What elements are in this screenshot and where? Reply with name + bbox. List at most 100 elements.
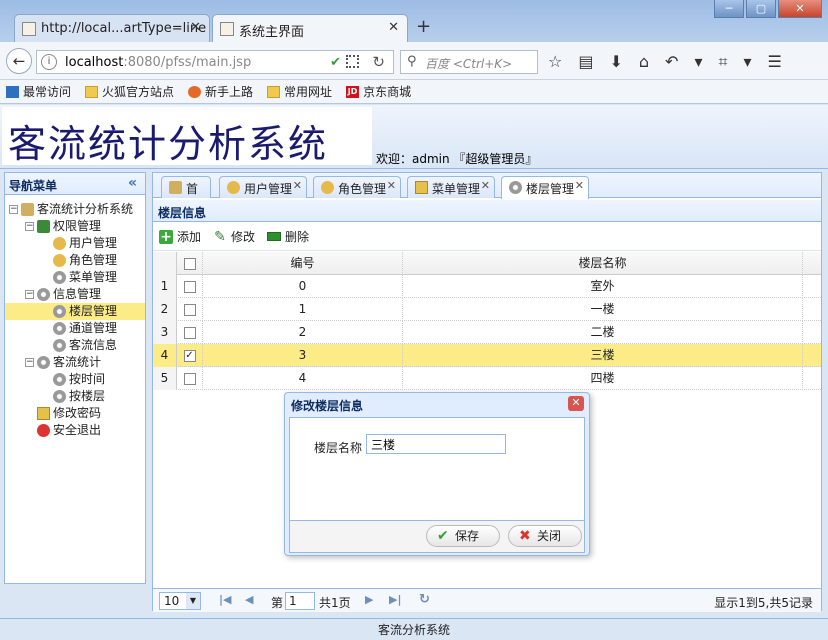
app-header: 客流统计分析系统 欢迎：admin 『超级管理员』 [0,105,828,169]
checkbox-icon [183,303,196,316]
minimize-icon[interactable]: ─ [714,0,744,18]
close-tab-icon[interactable]: ✕ [190,20,201,35]
tree-item-role-mgmt[interactable]: 角色管理 [5,252,145,269]
bookmark-item[interactable]: 新手上路 [188,83,253,100]
browser-tab-2[interactable]: 系统主界面 ✕ [212,14,408,42]
bookmark-label: 新手上路 [205,85,254,99]
tree-item-change-password[interactable]: 修改密码 [5,405,145,422]
tab-close-icon[interactable]: ✕ [293,179,302,192]
tab-label: 角色管理 [338,182,387,196]
dropdown-icon[interactable]: ▾ [743,52,751,72]
checkbox-icon [183,372,196,385]
url-bar[interactable]: i localhost:8080/pfss/main.jsp ✔ ↻ [36,50,394,74]
select-all-checkbox[interactable] [177,252,203,275]
tree-item-by-floor[interactable]: 按楼层 [5,388,145,405]
tab-role-mgmt[interactable]: 角色管理 ✕ [313,176,401,198]
table-row[interactable]: 2 1 一楼 [153,298,821,321]
close-button[interactable]: ✖ 关闭 [508,525,582,547]
column-header-id[interactable]: 编号 [203,252,403,275]
cell-id: 1 [203,298,403,321]
row-checkbox[interactable]: ✓ [177,344,203,367]
browser-tab-1[interactable]: http://local...artType=line ✕ [14,14,210,42]
reload-icon[interactable]: ↻ [372,53,385,71]
search-input[interactable]: ⚲ 百度 <Ctrl+K> [400,50,538,74]
browser-tabbar: ─ ▢ ✕ http://local...artType=line ✕ 系统主界… [0,0,828,42]
last-page-icon[interactable]: ▶| [389,593,401,606]
new-tab-icon[interactable]: + [416,16,431,37]
expand-icon[interactable]: − [25,290,34,299]
gear-icon [53,322,66,335]
gear-icon [509,181,522,194]
tab-floor-mgmt[interactable]: 楼层管理 ✕ [501,176,589,199]
reading-list-icon[interactable]: ▤ [578,52,593,72]
tree-group-info[interactable]: − 信息管理 [5,286,145,303]
qr-code-icon[interactable] [346,55,359,68]
window-close-icon[interactable]: ✕ [778,0,822,18]
row-checkbox[interactable] [177,367,203,390]
tree-item-floor-mgmt[interactable]: 楼层管理 [5,303,145,320]
tree-item-by-time[interactable]: 按时间 [5,371,145,388]
bookmark-item[interactable]: 常用网址 [267,83,332,100]
download-icon[interactable]: ⬇ [609,52,622,72]
page-number-input[interactable]: 1 [285,592,315,610]
tree-item-traffic-info[interactable]: 客流信息 [5,337,145,354]
tab-close-icon[interactable]: ✕ [575,179,584,192]
tab-user-mgmt[interactable]: 用户管理 ✕ [219,176,307,198]
tree-item-channel-mgmt[interactable]: 通道管理 [5,320,145,337]
tab-home[interactable]: 首页 [161,176,211,213]
crop-icon[interactable]: ⌗ [718,52,727,72]
tab-close-icon[interactable]: ✕ [481,179,490,192]
expand-icon[interactable]: − [9,205,18,214]
add-button[interactable]: + 添加 [159,228,201,245]
bookmark-star-icon[interactable]: ☆ [548,52,562,72]
undo-icon[interactable]: ↶ [665,52,678,72]
nav-menu-title: 导航菜单 [9,179,58,193]
menu-icon[interactable]: ☰ [768,52,782,72]
column-header-name[interactable]: 楼层名称 [403,252,803,275]
cross-icon: ✖ [519,528,531,544]
table-row-selected[interactable]: 4 ✓ 3 三楼 [153,344,821,367]
tree-root[interactable]: − 客流统计分析系统 [5,201,145,218]
collapse-icon[interactable]: « [128,175,137,191]
tree-item-logout[interactable]: 安全退出 [5,422,145,439]
home-icon[interactable]: ⌂ [639,52,649,72]
row-checkbox[interactable] [177,298,203,321]
table-row[interactable]: 1 0 室外 [153,275,821,298]
tree-group-stats[interactable]: − 客流统计 [5,354,145,371]
tree-item-user-mgmt[interactable]: 用户管理 [5,235,145,252]
floor-name-input[interactable] [366,434,506,454]
tab-close-icon[interactable]: ✕ [387,179,396,192]
table-row[interactable]: 3 2 二楼 [153,321,821,344]
edit-button[interactable]: ✎ 修改 [213,228,255,245]
prev-page-icon[interactable]: ◀ [245,593,253,606]
folder-icon [85,85,99,98]
first-page-icon[interactable]: |◀ [219,593,231,606]
dialog-close-icon[interactable]: ✕ [568,396,584,411]
shield-icon[interactable]: ✔ [330,55,341,70]
expand-icon[interactable]: − [25,222,34,231]
role-icon [53,254,66,267]
expand-icon[interactable]: − [25,358,34,367]
tree-group-permissions[interactable]: − 权限管理 [5,218,145,235]
maximize-icon[interactable]: ▢ [746,0,776,18]
close-tab-icon[interactable]: ✕ [388,20,399,35]
delete-button[interactable]: 删除 [267,228,309,245]
tab-menu-mgmt[interactable]: 菜单管理 ✕ [407,176,495,198]
info-icon[interactable]: i [41,54,57,70]
bookmark-item[interactable]: JD 京东商城 [346,83,411,100]
url-path: :8080/pfss/main.jsp [123,55,252,70]
next-page-icon[interactable]: ▶ [365,593,373,606]
save-button[interactable]: ✔ 保存 [426,525,500,547]
bookmark-item[interactable]: 最常访问 [6,83,71,100]
tree-item-menu-mgmt[interactable]: 菜单管理 [5,269,145,286]
row-checkbox[interactable] [177,275,203,298]
row-checkbox[interactable] [177,321,203,344]
bookmark-item[interactable]: 火狐官方站点 [85,83,174,100]
back-icon[interactable]: ← [6,48,32,74]
refresh-icon[interactable]: ↻ [419,592,430,607]
table-row[interactable]: 5 4 四楼 [153,367,821,390]
page-size-select[interactable]: 10 ▼ [159,592,201,610]
dropdown-icon[interactable]: ▾ [694,52,702,72]
row-number: 2 [153,298,177,321]
tree-label: 菜单管理 [69,270,118,284]
